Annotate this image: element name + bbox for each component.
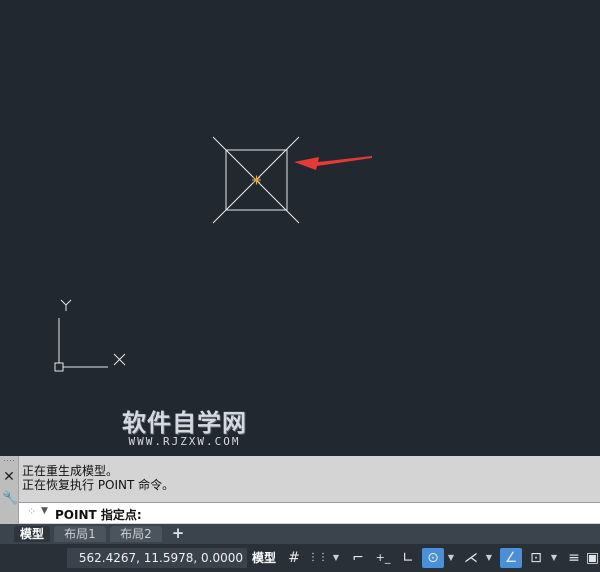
watermark-title: 软件自学网 [122, 409, 247, 437]
y-axis-letter-a [60, 299, 67, 306]
object-snap-tracking-icon[interactable]: ⋌ [460, 548, 482, 568]
lineweight-icon[interactable]: ≡ [563, 548, 585, 568]
close-icon[interactable]: ✕ [2, 470, 16, 484]
object-snap-icon[interactable]: ⊡ [525, 548, 547, 568]
chevron-down-icon[interactable]: ▼ [484, 548, 494, 568]
tab-model[interactable]: 模型 [14, 526, 50, 542]
history-line: 正在恢复执行 POINT 命令。 [22, 478, 175, 492]
tab-layout1[interactable]: 布局1 [54, 526, 106, 542]
tab-layout2[interactable]: 布局2 [110, 526, 162, 542]
isodraft-icon[interactable]: ∠ [500, 548, 522, 568]
ucs-icon [54, 299, 126, 372]
chevron-down-icon[interactable]: ▼ [331, 548, 341, 568]
drawing-canvas[interactable] [0, 0, 600, 456]
recent-commands-icon[interactable]: ⁘ [27, 505, 36, 518]
y-axis-letter-b [65, 299, 72, 306]
watermark-subtitle: WWW.RJZXW.COM [128, 435, 241, 448]
command-prompt: POINT 指定点: [55, 508, 142, 522]
transparency-icon[interactable]: ▣ [585, 548, 600, 568]
coordinate-readout[interactable]: 562.4267, 11.5978, 0.0000 [67, 548, 247, 568]
wrench-icon[interactable]: 🔧 [2, 492, 18, 506]
command-line-input[interactable]: ⁘ ▼ POINT 指定点: [19, 502, 600, 523]
red-arrow-annotation [294, 156, 372, 170]
drag-grip-icon[interactable] [3, 459, 15, 463]
command-window: ✕ 🔧 正在重生成模型。 正在恢复执行 POINT 命令。 ⁘ ▼ POINT … [0, 456, 600, 524]
model-space-button[interactable]: 模型 [252, 548, 276, 568]
command-history: 正在重生成模型。 正在恢复执行 POINT 命令。 [22, 464, 174, 492]
add-layout-button[interactable]: + [167, 526, 189, 542]
history-line: 正在重生成模型。 [22, 464, 119, 478]
chevron-down-icon[interactable]: ▼ [41, 506, 48, 516]
snap-icon[interactable]: ⋮⋮ [307, 548, 329, 568]
watermark: 软件自学网 WWW.RJZXW.COM [112, 410, 257, 448]
chevron-down-icon[interactable]: ▼ [446, 548, 456, 568]
dynamic-input-icon[interactable]: +_ [372, 548, 394, 568]
ortho-icon[interactable]: ∟ [397, 548, 419, 568]
chevron-down-icon[interactable]: ▼ [549, 548, 559, 568]
command-window-handle[interactable]: ✕ 🔧 [0, 456, 19, 524]
polar-tracking-icon[interactable]: ⊙ [422, 548, 444, 568]
point-center-marker [252, 175, 261, 185]
infer-constraints-icon[interactable]: ⌐ [347, 548, 369, 568]
layout-tabs: 模型 布局1 布局2 + [0, 524, 600, 544]
status-bar: 562.4267, 11.5978, 0.0000 模型 # ⋮⋮ ▼ ⌐ +_… [0, 544, 600, 572]
drawing-viewport[interactable]: 软件自学网 WWW.RJZXW.COM [0, 0, 600, 456]
grid-icon[interactable]: # [283, 548, 305, 568]
